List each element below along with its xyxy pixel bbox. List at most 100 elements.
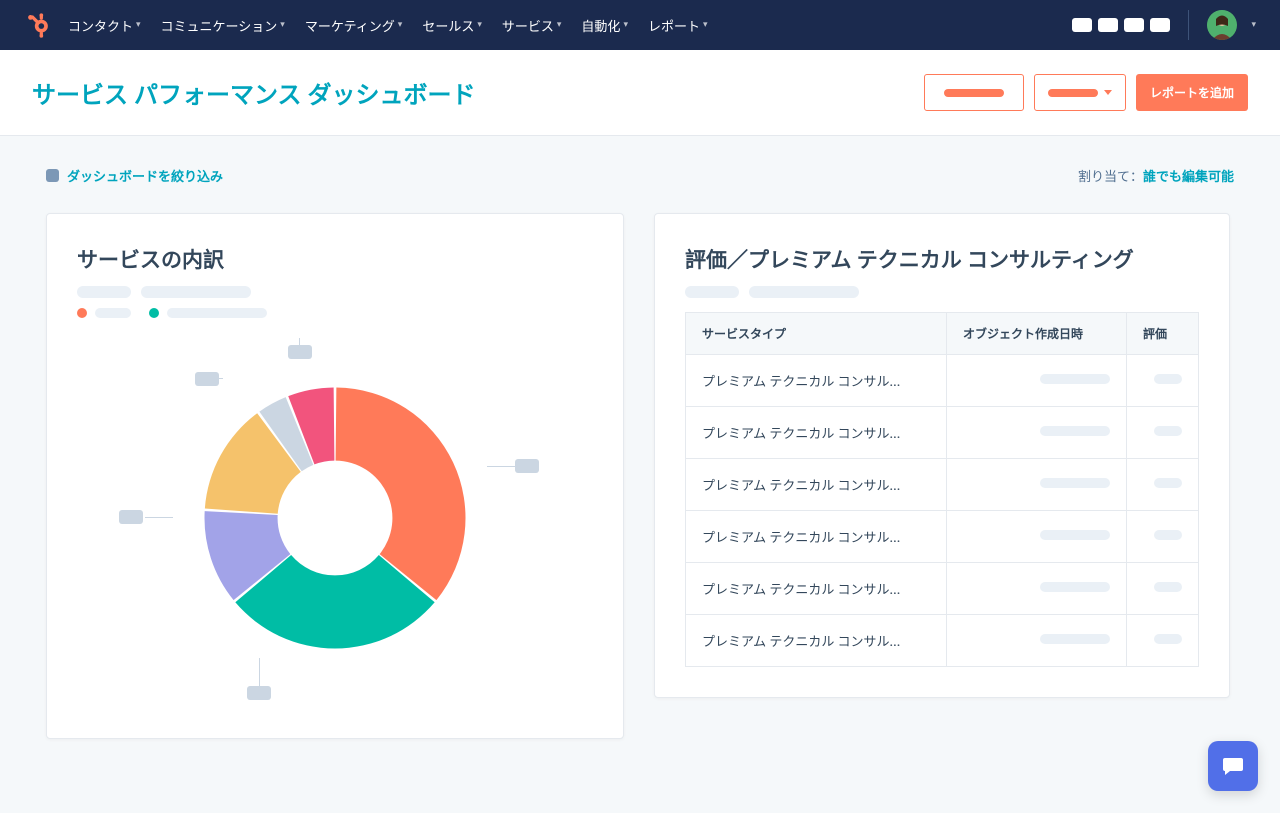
td-service: プレミアム テクニカル コンサル...: [686, 563, 947, 615]
date-placeholder: [1040, 634, 1110, 644]
chevron-down-icon: ▾: [280, 20, 285, 30]
td-date: [947, 563, 1127, 615]
legend-dot-icon: [149, 308, 159, 318]
header-outline-btn-1[interactable]: [924, 74, 1024, 111]
avatar-chevron-icon[interactable]: ▾: [1251, 20, 1256, 30]
th-rating[interactable]: 評価: [1127, 313, 1199, 355]
nav-item-communications[interactable]: コミュニケーション▾: [161, 16, 285, 35]
hubspot-logo-icon[interactable]: [24, 12, 50, 38]
chevron-down-icon: ▾: [703, 20, 708, 30]
th-created-date[interactable]: オブジェクト作成日時: [947, 313, 1127, 355]
subtitle-placeholder: [749, 286, 859, 298]
nav-box[interactable]: [1150, 18, 1170, 32]
callout-label: [515, 459, 539, 473]
nav-item-reports[interactable]: レポート▾: [648, 16, 708, 35]
page-header: サービス パフォーマンス ダッシュボード レポートを追加: [0, 50, 1280, 136]
td-date: [947, 459, 1127, 511]
callout-label: [247, 686, 271, 700]
rating-placeholder: [1154, 426, 1182, 436]
td-service: プレミアム テクニカル コンサル...: [686, 355, 947, 407]
nav-divider: [1188, 10, 1189, 40]
callout-label: [288, 345, 312, 359]
td-rating: [1127, 615, 1199, 667]
td-date: [947, 407, 1127, 459]
card-subtitle: [77, 286, 593, 298]
chat-fab-button[interactable]: [1208, 741, 1258, 791]
td-service: プレミアム テクニカル コンサル...: [686, 615, 947, 667]
rating-placeholder: [1154, 634, 1182, 644]
chevron-down-icon: ▾: [557, 20, 562, 30]
rating-table: サービスタイプ オブジェクト作成日時 評価 プレミアム テクニカル コンサル..…: [685, 312, 1199, 667]
td-service: プレミアム テクニカル コンサル...: [686, 511, 947, 563]
date-placeholder: [1040, 374, 1110, 384]
date-placeholder: [1040, 582, 1110, 592]
nav-box[interactable]: [1072, 18, 1092, 32]
legend-label: [167, 308, 267, 318]
subtitle-placeholder: [77, 286, 131, 298]
header-outline-btn-2[interactable]: [1034, 74, 1126, 111]
table-row[interactable]: プレミアム テクニカル コンサル...: [686, 563, 1199, 615]
nav-item-sales[interactable]: セールス▾: [422, 16, 482, 35]
top-nav: コンタクト▾ コミュニケーション▾ マーケティング▾ セールス▾ サービス▾ 自…: [0, 0, 1280, 50]
table-wrap: サービスタイプ オブジェクト作成日時 評価 プレミアム テクニカル コンサル..…: [685, 312, 1199, 667]
callout-line: [145, 517, 173, 518]
donut-slice[interactable]: [336, 388, 466, 601]
date-placeholder: [1040, 426, 1110, 436]
table-header-row: サービスタイプ オブジェクト作成日時 評価: [686, 313, 1199, 355]
btn-placeholder: [1048, 89, 1098, 97]
td-rating: [1127, 459, 1199, 511]
nav-box[interactable]: [1124, 18, 1144, 32]
subheader: ダッシュボードを絞り込み 割り当て：誰でも編集可能: [0, 136, 1280, 199]
rating-placeholder: [1154, 374, 1182, 384]
nav-item-marketing[interactable]: マーケティング▾: [305, 16, 403, 35]
td-rating: [1127, 407, 1199, 459]
chevron-down-icon: ▾: [623, 20, 628, 30]
legend-item-2[interactable]: [149, 308, 267, 318]
table-row[interactable]: プレミアム テクニカル コンサル...: [686, 407, 1199, 459]
td-rating: [1127, 511, 1199, 563]
header-actions: レポートを追加: [924, 74, 1248, 111]
td-date: [947, 511, 1127, 563]
filter-icon: [46, 169, 59, 182]
td-rating: [1127, 355, 1199, 407]
nav-item-automation[interactable]: 自動化▾: [581, 16, 628, 35]
table-row[interactable]: プレミアム テクニカル コンサル...: [686, 615, 1199, 667]
filter-dashboard-link[interactable]: ダッシュボードを絞り込み: [46, 166, 223, 185]
rating-placeholder: [1154, 478, 1182, 488]
card-service-breakdown: サービスの内訳: [46, 213, 624, 739]
donut-chart: [77, 328, 593, 708]
assignment-value: 誰でも編集可能: [1143, 170, 1234, 185]
td-date: [947, 615, 1127, 667]
date-placeholder: [1040, 478, 1110, 488]
nav-item-service[interactable]: サービス▾: [502, 16, 562, 35]
table-row[interactable]: プレミアム テクニカル コンサル...: [686, 511, 1199, 563]
chat-icon: [1221, 754, 1245, 778]
callout-label: [119, 510, 143, 524]
nav-status-boxes: [1072, 18, 1170, 32]
subtitle-placeholder: [141, 286, 251, 298]
td-service: プレミアム テクニカル コンサル...: [686, 459, 947, 511]
rating-placeholder: [1154, 582, 1182, 592]
td-date: [947, 355, 1127, 407]
nav-box[interactable]: [1098, 18, 1118, 32]
card-subtitle: [685, 286, 1199, 298]
content-area: サービスの内訳: [0, 199, 1280, 769]
nav-item-contacts[interactable]: コンタクト▾: [68, 16, 141, 35]
td-service: プレミアム テクニカル コンサル...: [686, 407, 947, 459]
chart-legend: [77, 308, 593, 318]
assignment-info[interactable]: 割り当て：誰でも編集可能: [1078, 166, 1234, 185]
legend-item-1[interactable]: [77, 308, 131, 318]
add-report-button[interactable]: レポートを追加: [1136, 74, 1248, 111]
page-title: サービス パフォーマンス ダッシュボード: [32, 75, 475, 110]
table-row[interactable]: プレミアム テクニカル コンサル...: [686, 355, 1199, 407]
nav-items: コンタクト▾ コミュニケーション▾ マーケティング▾ セールス▾ サービス▾ 自…: [68, 16, 1072, 35]
dropdown-caret-icon: [1104, 90, 1112, 95]
th-service-type[interactable]: サービスタイプ: [686, 313, 947, 355]
nav-right: ▾: [1072, 10, 1256, 40]
legend-dot-icon: [77, 308, 87, 318]
avatar[interactable]: [1207, 10, 1237, 40]
date-placeholder: [1040, 530, 1110, 540]
td-rating: [1127, 563, 1199, 615]
table-row[interactable]: プレミアム テクニカル コンサル...: [686, 459, 1199, 511]
chevron-down-icon: ▾: [477, 20, 482, 30]
